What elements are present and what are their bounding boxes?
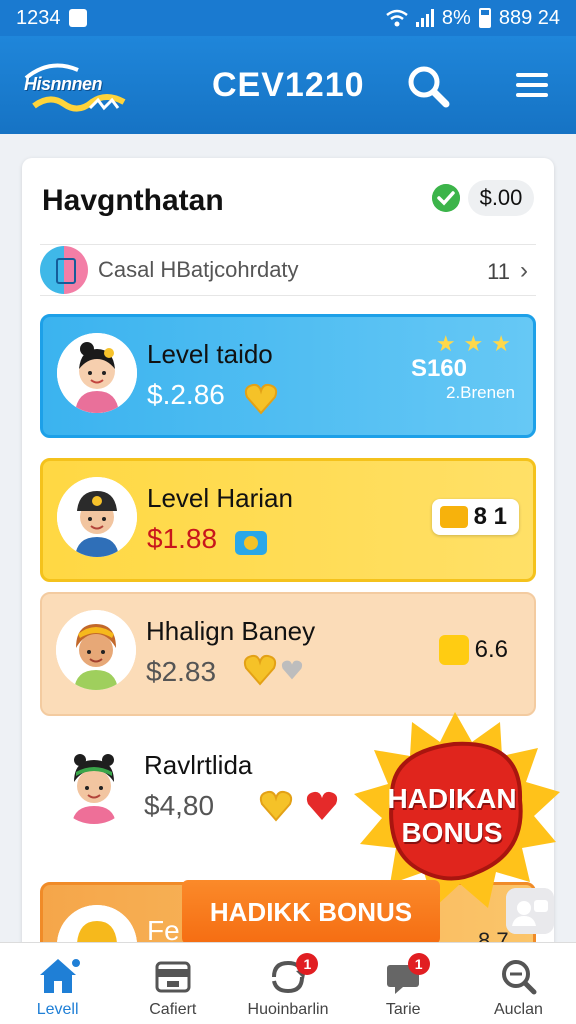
heart-icon (243, 654, 277, 686)
level-price: $.2.86 (147, 379, 225, 410)
menu-icon[interactable] (516, 70, 548, 100)
app-title: CEV1210 (212, 66, 365, 104)
search-icon (502, 960, 537, 995)
filter-count: 11 (487, 259, 510, 284)
check-icon (432, 184, 460, 212)
home-icon (39, 957, 80, 993)
nav-label: Levell (36, 1001, 79, 1018)
level-price: $1.88 (147, 523, 218, 554)
level-name: Hhalign Baney (146, 616, 316, 646)
card-title: Havgnthatan (42, 184, 224, 217)
balance-pill[interactable]: $.00 (468, 180, 534, 216)
tag-value: 8 1 (473, 503, 507, 530)
small-heart-icon (281, 660, 303, 680)
status-clock: 889 24 (498, 6, 560, 29)
level-name: Ravlrtlida (144, 750, 253, 780)
status-time: 1234 (16, 6, 61, 29)
nav-label: Auclan (493, 1001, 543, 1018)
status-right: 8% 889 24 (386, 7, 560, 30)
support-chat-icon[interactable] (506, 888, 554, 934)
boy-avatar-icon (57, 477, 137, 557)
star-badge-icon (438, 635, 469, 665)
nav-label: Tarie (385, 1001, 421, 1018)
nav-label: Huoinbarlin (247, 1001, 329, 1018)
bonus-banner-button[interactable]: HADIKK BONUS (182, 880, 440, 944)
phone-icon (40, 246, 88, 294)
battery-percent: 8% (441, 6, 471, 29)
logo-text: Hisnnnen (24, 74, 103, 94)
nav-item-level[interactable]: Levell (0, 943, 115, 1024)
level-item-3[interactable]: Hhalign Baney $2.83 6.6 (40, 592, 536, 716)
nav-item-rewards[interactable]: 1 Huoinbarlin (230, 943, 345, 1024)
notification-icon (68, 9, 87, 27)
app-bar: Hisnnnen CEV1210 (0, 36, 576, 134)
avatar (54, 744, 134, 824)
nav-item-cart[interactable]: Cafiert (115, 943, 230, 1024)
red-heart-icon (306, 791, 338, 820)
heart-icon (259, 790, 293, 822)
nav-item-tasks[interactable]: 1 Tarie (346, 943, 461, 1024)
filter-label: Casal HBatjcohrdaty (98, 257, 299, 282)
level-name: Level taido (147, 339, 273, 369)
chevron-right-icon: › (520, 257, 528, 284)
nav-badge: 1 (296, 953, 319, 975)
avatar (56, 610, 136, 690)
avatar (57, 333, 137, 413)
level-item-2[interactable]: Level Harian $1.88 8 1 (40, 458, 536, 582)
bottom-nav: Levell Cafiert 1 Huoinbarlin 1 Tarie Auc… (0, 942, 576, 1024)
avatar (57, 477, 137, 557)
wifi-icon (386, 9, 408, 27)
level-item-1[interactable]: Level taido $.2.86 ★★★ S160 2.Brenen (40, 314, 536, 438)
girl-avatar-icon (56, 610, 136, 690)
bonus-burst-text: HADIKAN BONUS (387, 783, 517, 848)
nav-label: Cafiert (149, 1001, 197, 1018)
app-logo[interactable]: Hisnnnen (20, 52, 130, 118)
level-tag: 6.6 (431, 632, 520, 668)
level-tag: 8 1 (431, 499, 519, 535)
level-price: $2.83 (146, 656, 217, 687)
status-left: 1234 (16, 7, 87, 30)
heart-icon (244, 383, 278, 415)
status-bar: 1234 8% 889 24 (0, 0, 576, 36)
reward-amount: S160 (410, 355, 467, 382)
search-icon[interactable] (404, 62, 452, 110)
girl-avatar-icon (54, 744, 134, 824)
signal-icon (415, 9, 434, 27)
stars-icon: ★★★ (435, 331, 519, 356)
girl-avatar-icon (57, 333, 137, 413)
reward-subtext: 2.Brenen (446, 383, 515, 402)
battery-icon (478, 8, 491, 28)
level-name: Level Harian (147, 483, 293, 513)
filter-row[interactable]: Casal HBatjcohrdaty 11 › (40, 244, 536, 296)
tag-value: 6.6 (474, 636, 508, 663)
crown-icon (439, 506, 468, 528)
ticket-icon (235, 531, 267, 555)
wallet-icon (155, 961, 191, 993)
nav-badge: 1 (407, 953, 430, 975)
level-price: $4,80 (144, 790, 215, 821)
nav-item-search[interactable]: Auclan (461, 943, 576, 1024)
